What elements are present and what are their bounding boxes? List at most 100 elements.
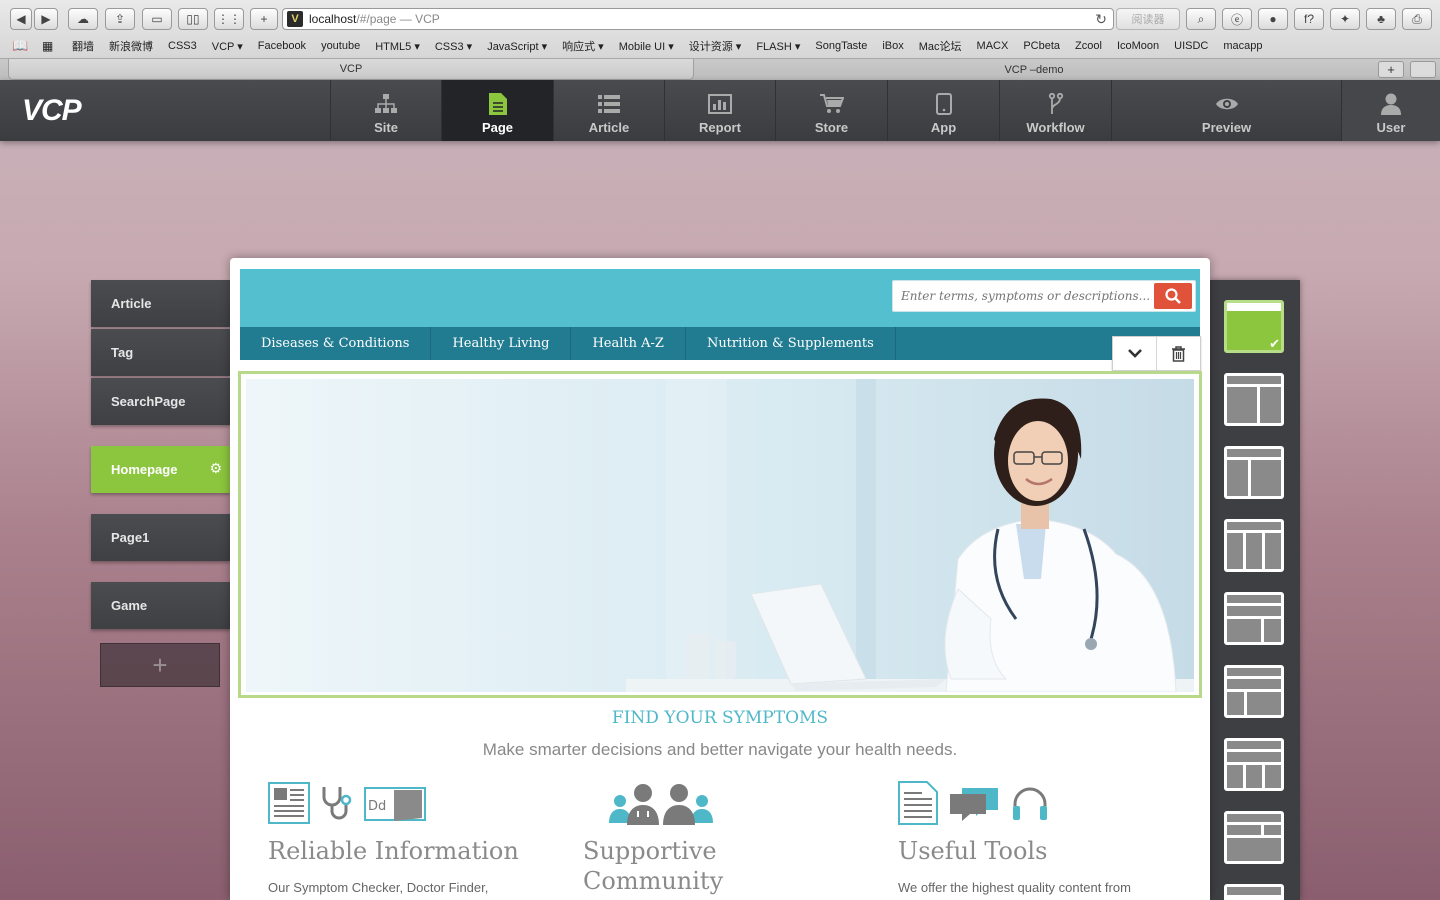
bookmark-item[interactable]: CSS3	[168, 40, 197, 52]
page-item-game[interactable]: Game	[91, 582, 230, 629]
layout-option-2[interactable]	[1224, 373, 1284, 426]
address-bar[interactable]: V localhost /#/page — VCP ↻	[282, 8, 1114, 30]
list-icon	[596, 92, 622, 116]
bookmark-item[interactable]: Zcool	[1075, 40, 1102, 52]
bookmark-item[interactable]: Mobile UI ▾	[619, 40, 674, 53]
cloud-icon[interactable]: ☁	[68, 8, 98, 30]
bookmark-item[interactable]: 新浪微博	[109, 38, 153, 54]
bookmark-item[interactable]: IcoMoon	[1117, 40, 1159, 52]
tab-vcp-demo[interactable]: VCP –demo	[696, 59, 1372, 80]
bookmark-item[interactable]: HTML5 ▾	[375, 40, 420, 53]
nav-user[interactable]: User	[1341, 80, 1440, 141]
url-path: /#/page — VCP	[356, 12, 440, 26]
top-sites-icon[interactable]: ⋮⋮	[214, 8, 244, 30]
search-input[interactable]	[893, 282, 1154, 310]
site-nav-health-a-z[interactable]: Health A-Z	[571, 327, 686, 360]
site-nav-diseases[interactable]: Diseases & Conditions	[240, 327, 432, 360]
page-item-page1[interactable]: Page1	[91, 514, 230, 561]
nav-app[interactable]: App	[887, 80, 999, 141]
tab-vcp[interactable]: VCP	[8, 59, 694, 80]
bookmark-item[interactable]: iBox	[882, 40, 903, 52]
page-item-searchpage[interactable]: SearchPage	[91, 378, 230, 425]
nav-report[interactable]: Report	[664, 80, 775, 141]
layout-option-5[interactable]	[1224, 592, 1284, 645]
nav-report-label: Report	[699, 120, 741, 135]
collapse-button[interactable]	[1113, 337, 1156, 370]
layout-option-full-selected[interactable]: ✔	[1224, 300, 1284, 353]
bookmark-item[interactable]: PCbeta	[1023, 40, 1060, 52]
bookmark-item[interactable]: CSS3 ▾	[435, 40, 472, 53]
reading-list-icon[interactable]: ▭	[142, 8, 172, 30]
feature-reliable-information: Dd Reliable Information Our Symptom Chec…	[268, 778, 548, 895]
page-item-tag[interactable]: Tag	[91, 329, 230, 376]
extension-puzzle-icon[interactable]: ✦	[1330, 8, 1360, 30]
delete-button[interactable]	[1156, 337, 1200, 370]
page-icon	[485, 92, 511, 116]
bookmark-item[interactable]: SongTaste	[815, 40, 867, 52]
bookmarks-icon[interactable]: ▯▯	[178, 8, 208, 30]
reload-icon[interactable]: ↻	[1095, 11, 1107, 28]
back-button[interactable]: ◀	[10, 8, 32, 30]
bookmark-item[interactable]: UISDC	[1174, 40, 1208, 52]
new-tab-button[interactable]: +	[250, 8, 278, 30]
share-icon[interactable]: ⇪	[105, 8, 135, 30]
page-item-homepage[interactable]: Homepage ⚙	[91, 446, 230, 493]
bookmark-item[interactable]: Mac论坛	[919, 38, 962, 54]
bookmarks-book-icon[interactable]: 📖	[12, 38, 28, 54]
extension-tree-icon[interactable]: ♣	[1366, 8, 1396, 30]
new-tab-icon[interactable]: +	[1378, 61, 1404, 78]
layout-option-7[interactable]	[1224, 738, 1284, 791]
search-icon[interactable]: ⌕	[1186, 8, 1216, 30]
nav-workflow[interactable]: Workflow	[999, 80, 1111, 141]
bookmark-item[interactable]: 设计资源 ▾	[689, 38, 742, 54]
grid-icon[interactable]: ▦	[42, 39, 53, 53]
bookmark-item[interactable]: youtube	[321, 40, 360, 52]
nav-preview[interactable]: Preview	[1111, 80, 1341, 141]
section-heading: FIND YOUR SYMPTOMS	[611, 708, 829, 728]
user-icon	[1378, 92, 1404, 116]
page-item-label: Page1	[111, 530, 150, 545]
feature-title: Reliable Information	[268, 837, 519, 865]
extension-e-icon[interactable]: ⓔ	[1222, 8, 1252, 30]
feature-supportive-community: Supportive Community	[583, 778, 843, 900]
bookmark-item[interactable]: VCP ▾	[212, 40, 243, 53]
hero-block[interactable]	[238, 371, 1202, 698]
gear-icon[interactable]: ⚙	[209, 460, 222, 477]
forward-button[interactable]: ▶	[34, 8, 58, 30]
headphones-icon	[1013, 787, 1047, 820]
layout-option-6[interactable]	[1224, 665, 1284, 718]
site-nav-nutrition[interactable]: Nutrition & Supplements	[686, 327, 896, 360]
url-host: localhost	[309, 12, 357, 26]
bookmark-item[interactable]: macapp	[1223, 40, 1262, 52]
reader-button[interactable]: 阅读器	[1116, 8, 1180, 30]
print-icon[interactable]: ⎙	[1402, 8, 1432, 30]
bookmark-item[interactable]: MACX	[977, 40, 1009, 52]
extension-circle-icon[interactable]: ●	[1258, 8, 1288, 30]
page-item-label: Tag	[111, 345, 134, 360]
layout-option-4[interactable]	[1224, 519, 1284, 572]
add-page-button[interactable]: +	[100, 643, 220, 687]
bookmark-item[interactable]: JavaScript ▾	[487, 40, 547, 53]
search-button[interactable]	[1154, 283, 1192, 309]
nav-page[interactable]: Page	[441, 80, 553, 141]
bookmark-item[interactable]: 翻墙	[72, 38, 94, 54]
bookmark-item[interactable]: FLASH ▾	[756, 40, 800, 53]
nav-site[interactable]: Site	[330, 80, 441, 141]
page-item-article[interactable]: Article	[91, 280, 230, 327]
nav-article[interactable]: Article	[553, 80, 664, 141]
feature-title: Useful Tools	[898, 837, 1048, 865]
page-item-label: Homepage	[111, 462, 178, 477]
layout-option-8[interactable]	[1224, 811, 1284, 864]
cart-icon	[819, 92, 845, 116]
bookmark-item[interactable]: 响应式 ▾	[562, 38, 604, 54]
tab-overview-icon[interactable]	[1410, 61, 1436, 78]
layout-option-9[interactable]	[1224, 884, 1284, 900]
layout-panel: ✔	[1210, 280, 1300, 900]
dictionary-icon: Dd	[364, 787, 426, 821]
bookmark-item[interactable]: Facebook	[258, 40, 306, 52]
site-nav-healthy-living[interactable]: Healthy Living	[431, 327, 572, 360]
extension-font-icon[interactable]: f?	[1294, 8, 1324, 30]
nav-store[interactable]: Store	[775, 80, 887, 141]
layout-option-3[interactable]	[1224, 446, 1284, 499]
app-logo[interactable]: VCP	[22, 94, 82, 128]
